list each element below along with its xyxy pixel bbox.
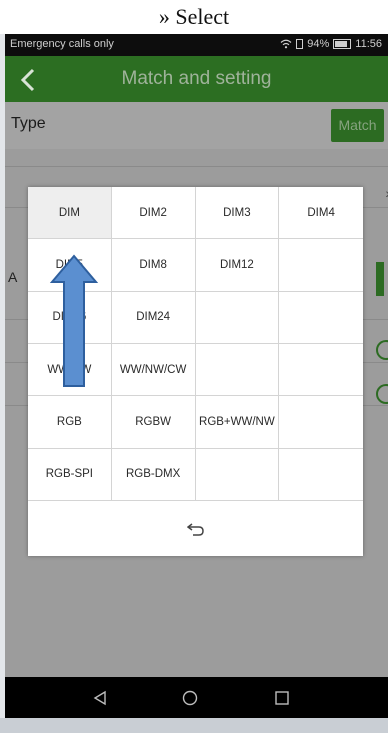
bottom-strip (0, 718, 388, 733)
nav-home-button[interactable] (170, 677, 210, 718)
app-bar: Match and setting (5, 56, 388, 102)
nav-recents-button[interactable] (262, 677, 302, 718)
nav-home-icon (182, 690, 198, 705)
type-option[interactable]: WW/NW/CW (111, 343, 196, 397)
status-icons: 94% 11:56 (280, 38, 382, 50)
nav-back-icon (93, 690, 106, 705)
type-label: Type (11, 115, 46, 132)
battery-percent: 94% (307, 38, 330, 50)
type-option[interactable]: DIM2 (111, 187, 196, 240)
empty-cell (195, 448, 280, 501)
type-option[interactable]: RGBW (111, 396, 196, 449)
type-option[interactable]: DIM4 (279, 187, 363, 240)
dialog-back-button[interactable] (28, 501, 363, 556)
nav-back-button[interactable] (80, 677, 120, 718)
clock: 11:56 (355, 38, 382, 50)
slide-caption: » Select (0, 0, 388, 34)
empty-cell (279, 396, 363, 449)
type-option[interactable]: DIM3 (195, 187, 280, 240)
background-button[interactable] (376, 262, 384, 296)
sim-icon (296, 39, 304, 49)
wifi-icon (280, 39, 292, 49)
row-label: A (8, 269, 18, 285)
up-arrow-icon (49, 254, 99, 387)
type-option[interactable]: DIM24 (111, 291, 196, 344)
empty-cell (279, 291, 363, 344)
type-option[interactable]: RGB (28, 396, 112, 449)
type-option[interactable]: RGB+WW/NW (195, 396, 280, 449)
nav-recents-icon (275, 690, 289, 705)
status-bar: Emergency calls only 94% 11:56 (5, 34, 388, 56)
empty-cell (195, 291, 280, 344)
empty-cell (279, 239, 363, 292)
type-row: Type Match (5, 102, 388, 149)
divider (5, 166, 388, 167)
type-option[interactable]: DIM12 (195, 239, 280, 292)
carrier-text: Emergency calls only (10, 38, 114, 50)
empty-cell (195, 343, 280, 397)
type-option[interactable]: DIM8 (111, 239, 196, 292)
app-title: Match and setting (121, 68, 272, 89)
type-option[interactable]: DIM (28, 187, 112, 240)
navigation-bar (5, 677, 388, 718)
type-option[interactable]: RGB-DMX (111, 448, 196, 501)
empty-cell (279, 343, 363, 397)
radio-icon[interactable] (376, 340, 388, 360)
phone-screen: Emergency calls only 94% 11:56 Match and… (5, 34, 388, 718)
match-button[interactable]: Match (331, 109, 384, 142)
radio-icon[interactable] (376, 384, 388, 404)
type-option[interactable]: RGB-SPI (28, 448, 112, 501)
empty-cell (279, 448, 363, 501)
undo-arrow-icon (186, 522, 204, 536)
battery-icon (333, 39, 352, 49)
